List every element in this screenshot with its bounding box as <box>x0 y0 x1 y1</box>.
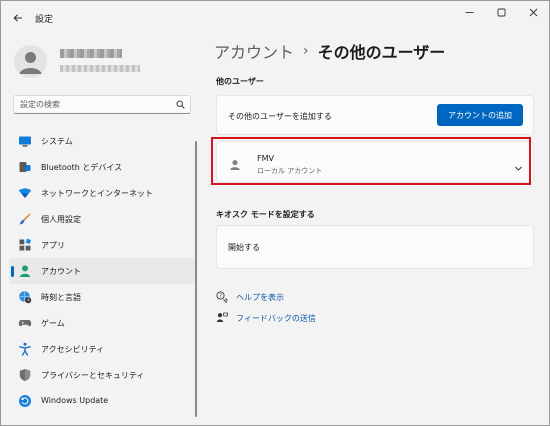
page-title: その他のユーザー <box>317 43 446 62</box>
redacted-user-email <box>60 65 140 72</box>
title-bar: 設定 <box>1 1 549 35</box>
back-arrow-icon <box>13 14 22 22</box>
search-box[interactable] <box>13 95 191 114</box>
sidebar-item-label: システム <box>41 137 73 146</box>
bluetooth-icon <box>18 160 32 174</box>
sidebar-item-network[interactable]: ネットワークとインターネット <box>9 180 195 206</box>
kiosk-card[interactable]: 開始する <box>216 225 534 269</box>
back-button[interactable] <box>9 9 27 27</box>
avatar[interactable] <box>14 45 47 78</box>
brush-icon <box>18 212 32 226</box>
monitor-icon <box>18 134 32 148</box>
add-user-card: その他のユーザーを追加する アカウントの追加 <box>216 95 534 135</box>
feedback-link[interactable]: フィードバックの送信 <box>216 312 316 324</box>
sidebar-scrollbar[interactable] <box>195 141 197 417</box>
sidebar-item-label: アプリ <box>41 241 65 250</box>
feedback-label[interactable]: フィードバックの送信 <box>236 313 316 324</box>
sidebar-item-gaming[interactable]: ゲーム <box>9 310 195 336</box>
account-icon <box>18 264 32 278</box>
close-icon <box>529 8 537 16</box>
wifi-icon <box>18 186 32 200</box>
minimize-icon <box>465 11 473 13</box>
highlight-frame <box>211 137 531 185</box>
maximize-icon <box>497 8 505 16</box>
sidebar-item-label: 時刻と言語 <box>41 293 81 302</box>
close-button[interactable] <box>517 1 549 23</box>
globe-clock-icon <box>18 290 32 304</box>
sidebar-item-accessibility[interactable]: アクセシビリティ <box>9 336 195 362</box>
sidebar-item-privacy[interactable]: プライバシーとセキュリティ <box>9 362 195 388</box>
breadcrumb-parent[interactable]: アカウント <box>214 39 294 63</box>
breadcrumb-separator: › <box>303 43 309 59</box>
kiosk-start-label: 開始する <box>228 243 260 252</box>
breadcrumb: アカウント › その他のユーザー <box>214 39 445 63</box>
redacted-user-name <box>60 49 122 58</box>
update-icon <box>18 394 32 408</box>
window-controls <box>453 1 549 25</box>
sidebar-item-label: Windows Update <box>41 396 109 405</box>
shield-icon <box>18 368 32 382</box>
sidebar-item-personalization[interactable]: 個人用設定 <box>9 206 195 232</box>
feedback-icon <box>216 312 228 322</box>
add-user-label: その他のユーザーを追加する <box>228 112 332 121</box>
accessibility-icon <box>18 342 32 356</box>
add-account-button[interactable]: アカウントの追加 <box>437 104 523 126</box>
gamepad-icon <box>18 316 32 330</box>
kiosk-heading: キオスク モードを設定する <box>216 210 315 219</box>
sidebar-item-label: アクセシビリティ <box>41 345 105 354</box>
maximize-button[interactable] <box>485 1 517 23</box>
person-icon <box>19 52 42 74</box>
app-title: 設定 <box>35 15 54 25</box>
sidebar-item-apps[interactable]: アプリ <box>9 232 195 258</box>
minimize-button[interactable] <box>453 1 485 23</box>
sidebar-item-time-language[interactable]: 時刻と言語 <box>9 284 195 310</box>
svg-text:?: ? <box>219 293 222 299</box>
search-input[interactable] <box>20 96 170 113</box>
sidebar-item-label: Bluetooth とデバイス <box>41 163 123 172</box>
search-icon[interactable] <box>176 100 185 109</box>
other-users-heading: 他のユーザー <box>216 77 264 86</box>
sidebar-item-system[interactable]: システム <box>9 128 195 154</box>
sidebar-item-label: アカウント <box>41 267 81 276</box>
sidebar-item-label: ネットワークとインターネット <box>41 189 153 198</box>
settings-window: 設定 システム <box>0 0 550 426</box>
sidebar-item-accounts[interactable]: アカウント <box>9 258 195 284</box>
sidebar-item-windows-update[interactable]: Windows Update <box>9 388 195 414</box>
sidebar-item-label: 個人用設定 <box>41 215 81 224</box>
sidebar-item-bluetooth[interactable]: Bluetooth とデバイス <box>9 154 195 180</box>
apps-icon <box>18 238 32 252</box>
sidebar-nav: システム Bluetooth とデバイス ネットワークとインターネット 個人用設… <box>9 128 195 414</box>
help-icon: ? <box>216 291 228 303</box>
selection-indicator <box>11 266 14 277</box>
help-label[interactable]: ヘルプを表示 <box>236 292 284 303</box>
help-link[interactable]: ? ヘルプを表示 <box>216 291 284 303</box>
sidebar-item-label: ゲーム <box>41 319 65 328</box>
sidebar-item-label: プライバシーとセキュリティ <box>41 371 145 380</box>
